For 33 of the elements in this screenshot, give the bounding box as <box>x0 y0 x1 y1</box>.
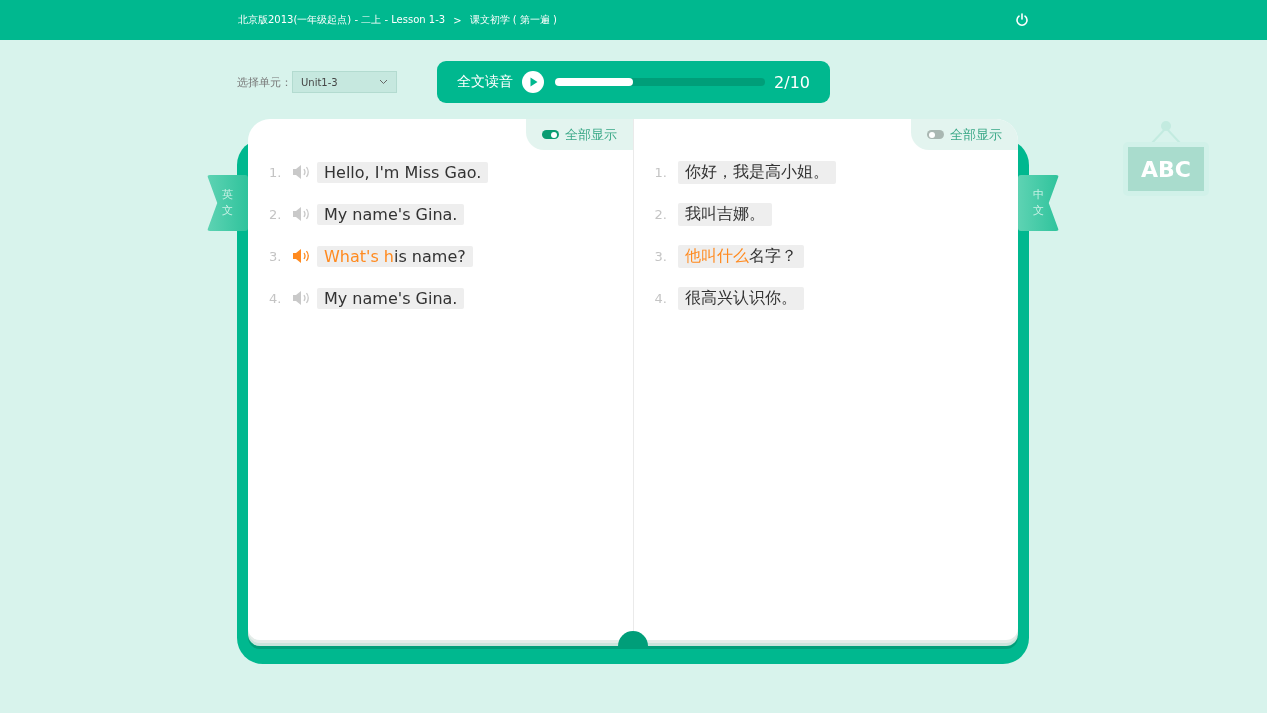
line-number: 2. <box>654 206 668 222</box>
toggle-switch[interactable] <box>541 130 559 139</box>
speaker-icon[interactable] <box>292 248 311 264</box>
chevron-icon <box>379 79 388 85</box>
line-number: 4. <box>269 290 283 306</box>
unit-dropdown[interactable]: Unit1-3 <box>292 71 397 93</box>
power-icon[interactable] <box>1015 13 1029 27</box>
track-counter: 2/10 <box>774 72 810 92</box>
section-title: 课文初学 ( 第一遍 ) <box>469 13 557 27</box>
play-icon[interactable] <box>522 71 544 93</box>
breadcrumb-separator: > <box>453 14 462 26</box>
line-number: 3. <box>269 248 283 264</box>
speaker-icon[interactable] <box>292 164 311 180</box>
line-number: 2. <box>269 206 283 222</box>
line-number: 1. <box>654 164 668 180</box>
sentence-text[interactable]: 很高兴认识你。 <box>677 286 804 310</box>
sentence-text[interactable]: 他叫什么名字？ <box>677 244 804 268</box>
read-all-label: 全文读音 <box>457 73 513 91</box>
sign-text: ABC <box>1141 156 1191 182</box>
sentence-text[interactable]: My name's Gina. <box>317 203 465 225</box>
breadcrumb: 北京版2013(一年级起点) - 二上 - Lesson 1-3 <box>238 13 446 27</box>
unit-label: 选择单元： <box>237 74 292 90</box>
line-number: 1. <box>269 164 283 180</box>
line-number: 3. <box>654 248 668 264</box>
toggle-switch[interactable] <box>927 130 944 139</box>
sentence-text[interactable]: My name's Gina. <box>317 287 465 309</box>
sentence-text[interactable]: 你好，我是高小姐。 <box>677 160 836 184</box>
sentence-text[interactable]: Hello, I'm Miss Gao. <box>317 161 489 183</box>
sentence-text[interactable]: What's his name? <box>317 245 473 267</box>
speaker-icon[interactable] <box>292 206 311 222</box>
sentence-text[interactable]: 我叫吉娜。 <box>677 202 772 226</box>
speaker-icon[interactable] <box>292 290 311 306</box>
line-number: 4. <box>654 290 668 306</box>
